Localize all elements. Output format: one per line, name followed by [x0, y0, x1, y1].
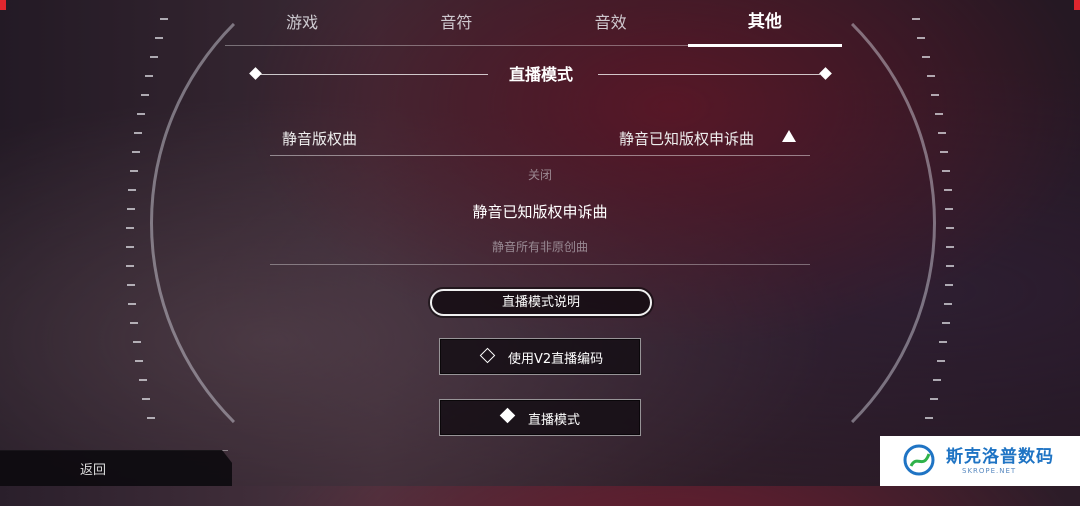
tick-mark: [126, 265, 134, 267]
watermark-title: 斯克洛普数码: [946, 447, 1054, 467]
tick-mark: [130, 322, 138, 324]
tick-mark: [944, 189, 952, 191]
tab-bar: 游戏 音符 音效 其他: [225, 0, 843, 47]
tick-mark: [944, 303, 952, 305]
back-label: 返回: [80, 463, 107, 478]
option-mute-non-original[interactable]: 静音所有非原创曲: [270, 238, 810, 255]
tick-mark: [160, 18, 168, 20]
tick-mark: [946, 246, 954, 248]
tick-mark: [945, 284, 953, 286]
tick-mark: [942, 322, 950, 324]
tick-mark: [127, 208, 135, 210]
checkbox-checked-icon: [499, 407, 516, 424]
section-header: 直播模式: [248, 62, 834, 88]
live-mode-toggle[interactable]: 直播模式: [439, 399, 641, 436]
tab-sound-effects[interactable]: 音效: [534, 0, 688, 45]
tick-mark: [917, 37, 925, 39]
tick-mark: [931, 94, 939, 96]
tick-mark: [939, 341, 947, 343]
corner-marker-left: [0, 0, 6, 10]
section-divider-right: [598, 74, 820, 75]
tick-mark: [945, 208, 953, 210]
tick-mark: [127, 284, 135, 286]
tick-mark: [147, 417, 155, 419]
tick-mark: [128, 303, 136, 305]
watermark: 斯克洛普数码 SKROPE.NET: [880, 436, 1080, 486]
tick-mark: [940, 151, 948, 153]
tick-mark: [925, 417, 933, 419]
mute-copyright-dropdown[interactable]: 静音版权曲 静音已知版权申诉曲: [270, 120, 810, 156]
corner-marker-right: [1074, 0, 1080, 10]
tick-mark: [142, 398, 150, 400]
live-mode-explanation-button[interactable]: 直播模式说明: [430, 289, 652, 316]
live-mode-label: 直播模式: [528, 413, 581, 428]
tick-mark: [935, 113, 943, 115]
tick-mark: [942, 170, 950, 172]
tab-notes[interactable]: 音符: [379, 0, 533, 45]
dropdown-value: 静音已知版权申诉曲: [618, 130, 754, 148]
tick-mark: [132, 151, 140, 153]
tick-mark: [126, 227, 134, 229]
tick-mark: [930, 398, 938, 400]
v2-encoding-toggle[interactable]: 使用V2直播编码: [439, 338, 641, 375]
tick-mark: [141, 94, 149, 96]
back-button[interactable]: 返回: [0, 450, 232, 486]
tab-game[interactable]: 游戏: [225, 0, 379, 45]
tick-mark: [922, 56, 930, 58]
tick-mark: [937, 360, 945, 362]
tick-mark: [145, 75, 153, 77]
dropdown-options: 关闭 静音已知版权申诉曲 静音所有非原创曲: [270, 160, 810, 265]
caret-up-icon[interactable]: [782, 130, 796, 142]
tick-mark: [137, 113, 145, 115]
tick-mark: [946, 227, 954, 229]
dropdown-label: 静音版权曲: [282, 130, 358, 148]
v2-encoding-label: 使用V2直播编码: [508, 352, 604, 367]
tick-mark: [927, 75, 935, 77]
checkbox-unchecked-icon: [479, 347, 496, 364]
watermark-logo-icon: [903, 444, 935, 476]
tick-mark: [912, 18, 920, 20]
tick-mark: [128, 189, 136, 191]
option-mute-known-claims[interactable]: 静音已知版权申诉曲: [270, 201, 810, 222]
left-tick-marks: [120, 0, 180, 486]
tab-other[interactable]: 其他: [687, 0, 843, 47]
tick-mark: [139, 379, 147, 381]
tick-mark: [126, 246, 134, 248]
right-tick-marks: [900, 0, 960, 486]
tick-mark: [134, 132, 142, 134]
tick-mark: [150, 56, 158, 58]
option-off[interactable]: 关闭: [270, 166, 810, 183]
section-title: 直播模式: [508, 65, 573, 84]
tick-mark: [946, 265, 954, 267]
tick-mark: [938, 132, 946, 134]
tick-mark: [130, 170, 138, 172]
tick-mark: [133, 341, 141, 343]
tick-mark: [933, 379, 941, 381]
watermark-subtitle: SKROPE.NET: [962, 467, 1017, 475]
tick-mark: [135, 360, 143, 362]
tick-mark: [155, 37, 163, 39]
